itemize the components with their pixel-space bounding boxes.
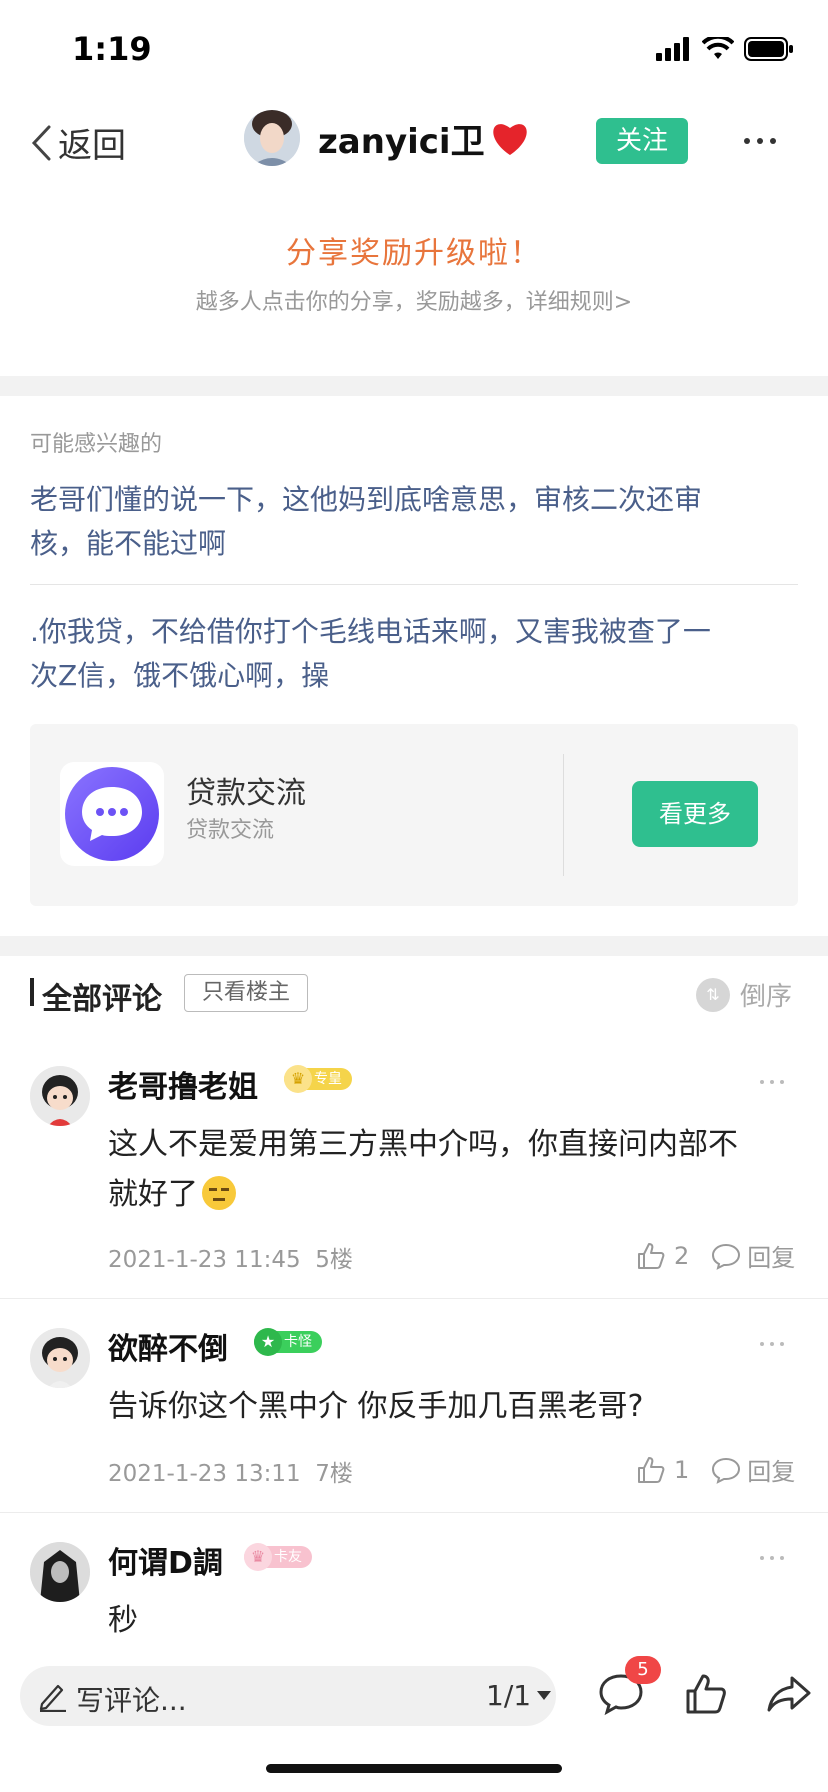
comment-time: 2021-1-23 11:45 xyxy=(108,1247,301,1273)
reply-label: 回复 xyxy=(747,1244,796,1272)
signal-icon xyxy=(656,37,689,61)
like-count: 2 xyxy=(674,1241,690,1270)
recommended-post-line: .你我贷，不给借你打个毛线电话来啊，又害我被查了一 xyxy=(30,615,711,648)
badge-label: 专皇 xyxy=(314,1071,342,1087)
see-more-button[interactable]: 看更多 xyxy=(632,781,758,847)
group-card-subtitle: 贷款交流 xyxy=(186,818,275,843)
sort-label: 倒序 xyxy=(740,982,793,1012)
recommended-post-line: 次Z信，饿不饿心啊，操 xyxy=(30,659,330,692)
follow-button[interactable]: 关注 xyxy=(596,118,688,164)
comment-meta: 2021-1-23 13:11 7楼 xyxy=(108,1454,353,1488)
comment-meta: 2021-1-23 11:45 5楼 xyxy=(108,1240,353,1274)
comment-divider xyxy=(0,1298,828,1299)
avatar[interactable] xyxy=(30,1328,90,1388)
like-button[interactable]: 1 xyxy=(636,1455,689,1485)
chevron-down-icon xyxy=(537,1691,552,1700)
more-icon[interactable] xyxy=(760,1080,784,1084)
share-reward-title[interactable]: 分享奖励升级啦！ xyxy=(0,228,828,272)
comments-title: 全部评论 xyxy=(42,982,162,1017)
more-icon[interactable] xyxy=(744,138,776,144)
level-badge: ★ 卡怪 xyxy=(254,1328,322,1356)
back-chevron-icon xyxy=(31,125,51,160)
sort-icon: ⇅ xyxy=(696,977,730,1012)
section-marker xyxy=(30,978,34,1006)
comment-floor: 5楼 xyxy=(315,1247,353,1273)
more-icon[interactable] xyxy=(760,1556,784,1560)
sort-toggle[interactable]: ⇅ 倒序 xyxy=(696,976,792,1013)
recommended-post-line: 核，能不能过啊 xyxy=(30,527,227,560)
comment-line: 就好了 xyxy=(108,1170,808,1220)
recommended-post[interactable]: 老哥们懂的说一下，这他妈到底啥意思，审核二次还审 核，能不能过啊 xyxy=(30,478,798,566)
author-name: zanyici卫 xyxy=(318,121,485,162)
comment-text: 告诉你这个黑中介 你反手加几百黑老哥? xyxy=(108,1382,808,1432)
comment-icon xyxy=(712,1457,741,1484)
back-label: 返回 xyxy=(58,126,126,166)
comment-input[interactable]: 写评论... 1/1 xyxy=(20,1666,556,1726)
comment-line: 告诉你这个黑中介 你反手加几百黑老哥? xyxy=(108,1389,644,1424)
share-reward-subtitle[interactable]: 越多人点击你的分享，奖励越多，详细规则> xyxy=(0,284,828,316)
more-icon[interactable] xyxy=(760,1342,784,1346)
divider xyxy=(30,584,798,585)
author-avatar[interactable] xyxy=(244,110,300,166)
comment-line: 这人不是爱用第三方黑中介吗，你直接问内部不 xyxy=(108,1127,738,1162)
comment-divider xyxy=(0,1512,828,1513)
wifi-icon xyxy=(702,37,734,59)
group-card[interactable]: 贷款交流 贷款交流 看更多 xyxy=(30,724,798,906)
page-selector[interactable]: 1/1 xyxy=(486,1679,552,1712)
badge-label: 卡怪 xyxy=(284,1334,312,1350)
interests-title: 可能感兴趣的 xyxy=(30,432,163,457)
like-button[interactable]: 2 xyxy=(636,1241,689,1271)
pen-icon xyxy=(39,1684,66,1712)
avatar[interactable] xyxy=(30,1542,90,1602)
share-icon[interactable] xyxy=(766,1674,812,1714)
status-icons xyxy=(656,36,794,62)
comment-input-placeholder: 写评论... xyxy=(76,1684,187,1717)
thumb-up-icon[interactable] xyxy=(684,1672,728,1716)
section-divider xyxy=(0,936,828,956)
status-time: 1:19 xyxy=(72,30,152,68)
comment-author[interactable]: 何谓D調 xyxy=(108,1538,223,1582)
thumb-up-icon xyxy=(638,1242,665,1269)
comment-time: 2021-1-23 13:11 xyxy=(108,1461,301,1487)
chat-icon xyxy=(60,762,164,866)
page-label: 1/1 xyxy=(486,1679,532,1712)
like-count: 1 xyxy=(674,1455,690,1484)
avatar[interactable] xyxy=(30,1066,90,1126)
back-button[interactable]: 返回 xyxy=(30,118,126,167)
comment-actions: 1 回复 xyxy=(636,1452,795,1487)
comment-text: 秒 xyxy=(108,1596,808,1646)
comment-line: 秒 xyxy=(108,1603,138,1638)
smirk-emoji-icon xyxy=(202,1176,236,1210)
comment-count-badge: 5 xyxy=(625,1656,661,1684)
reply-label: 回复 xyxy=(747,1458,796,1486)
group-card-title: 贷款交流 xyxy=(186,776,306,811)
comment-actions: 2 回复 xyxy=(636,1238,795,1273)
reply-button[interactable]: 回复 xyxy=(711,1238,795,1273)
recommended-post[interactable]: .你我贷，不给借你打个毛线电话来啊，又害我被查了一 次Z信，饿不饿心啊，操 xyxy=(30,610,798,698)
home-indicator xyxy=(266,1764,562,1773)
heart-icon xyxy=(492,124,527,155)
author-info[interactable]: zanyici卫 xyxy=(244,110,531,166)
badge-label: 卡友 xyxy=(274,1549,302,1565)
only-op-toggle[interactable]: 只看楼主 xyxy=(184,974,308,1012)
level-badge: ♛ 卡友 xyxy=(244,1543,312,1571)
divider xyxy=(563,754,564,876)
comment-text: 这人不是爱用第三方黑中介吗，你直接问内部不 就好了 xyxy=(108,1120,808,1220)
comment-icon xyxy=(712,1243,741,1270)
comment-floor: 7楼 xyxy=(315,1461,353,1487)
thumb-up-icon xyxy=(638,1456,665,1483)
comment-author[interactable]: 老哥撸老姐 xyxy=(108,1062,258,1106)
battery-icon xyxy=(744,37,793,61)
recommended-post-line: 老哥们懂的说一下，这他妈到底啥意思，审核二次还审 xyxy=(30,483,703,516)
comment-author[interactable]: 欲醉不倒 xyxy=(108,1324,228,1368)
section-divider xyxy=(0,376,828,396)
reply-button[interactable]: 回复 xyxy=(711,1452,795,1487)
level-badge: ♛ 专皇 xyxy=(284,1065,352,1093)
